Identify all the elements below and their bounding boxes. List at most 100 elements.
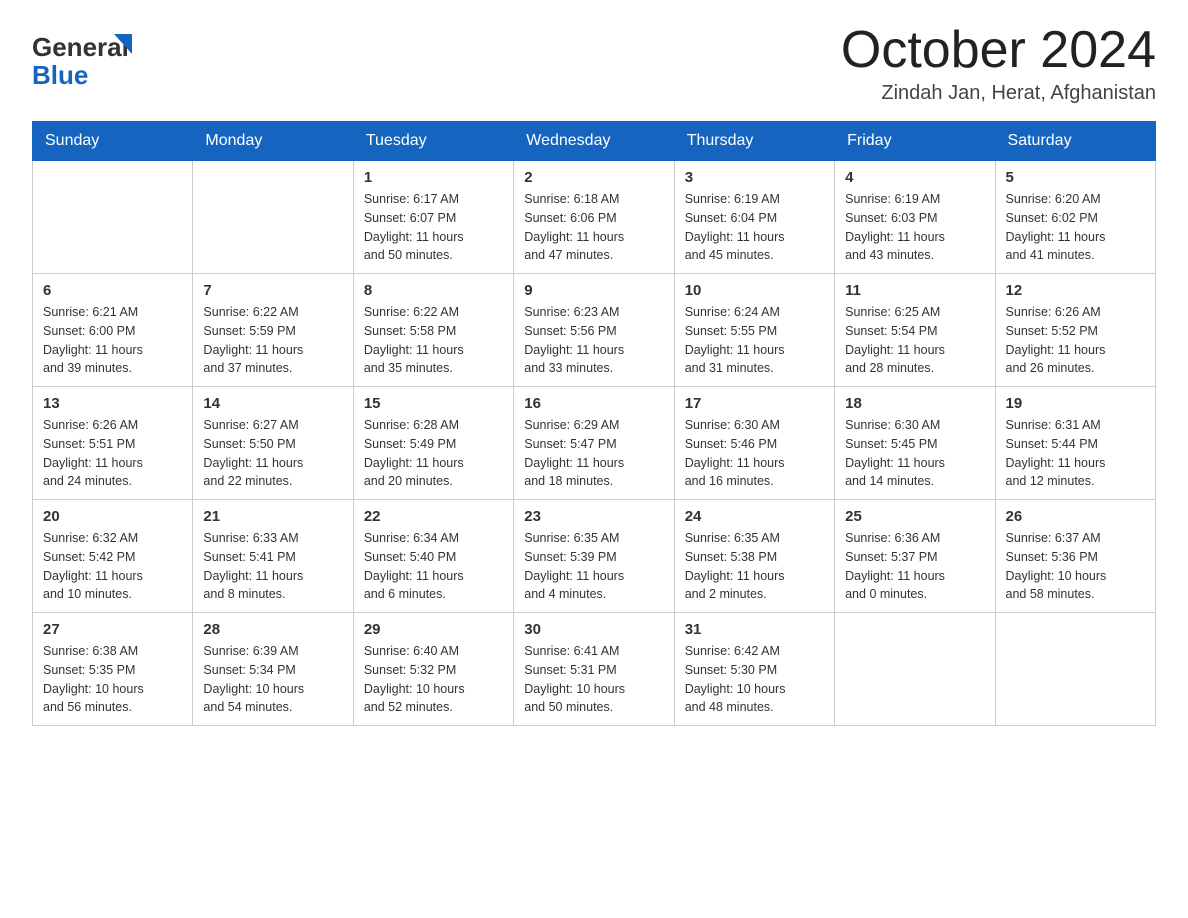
- logo: General Blue: [32, 24, 142, 99]
- calendar-cell: 29Sunrise: 6:40 AMSunset: 5:32 PMDayligh…: [353, 613, 513, 726]
- day-number: 31: [685, 621, 824, 638]
- calendar-cell: 28 Sunrise: 6:39 AMSunset: 5:34 PMDayligh…: [193, 613, 353, 726]
- day-number: 24: [685, 508, 824, 525]
- day-info: Sunrise: 6:29 AMSunset: 5:47 PMDaylight:…: [524, 416, 663, 491]
- calendar-cell: 8Sunrise: 6:22 AMSunset: 5:58 PMDaylight…: [353, 274, 513, 387]
- day-number: 7: [203, 282, 342, 299]
- day-info: Sunrise: 6:32 AMSunset: 5:42 PMDaylight:…: [43, 529, 182, 604]
- day-number: 4: [845, 169, 984, 186]
- calendar-cell: 2 Sunrise: 6:18 AMSunset: 6:06 PMDaylight…: [514, 161, 674, 274]
- day-info: Sunrise: 6:26 AMSunset: 5:51 PMDaylight:…: [43, 416, 182, 491]
- day-info: Sunrise: 6:24 AMSunset: 5:55 PMDaylight:…: [685, 303, 824, 378]
- day-number: 22: [364, 508, 503, 525]
- day-info: Sunrise: 6:39 AMSunset: 5:34 PMDaylight:…: [203, 642, 342, 717]
- column-header-thursday: Thursday: [674, 122, 834, 161]
- calendar-cell: 14Sunrise: 6:27 AMSunset: 5:50 PMDayligh…: [193, 387, 353, 500]
- day-number: 5: [1006, 169, 1145, 186]
- day-number: 12: [1006, 282, 1145, 299]
- day-number: 26: [1006, 508, 1145, 525]
- day-info: Sunrise: 6:23 AMSunset: 5:56 PMDaylight:…: [524, 303, 663, 378]
- location-subtitle: Zindah Jan, Herat, Afghanistan: [841, 82, 1156, 105]
- calendar-cell: 9 Sunrise: 6:23 AMSunset: 5:56 PMDaylight…: [514, 274, 674, 387]
- day-number: 6: [43, 282, 182, 299]
- calendar-cell: 25Sunrise: 6:36 AMSunset: 5:37 PMDayligh…: [835, 500, 995, 613]
- page-header: General Blue October 2024 Zindah Jan, He…: [32, 24, 1156, 105]
- day-info: Sunrise: 6:35 AMSunset: 5:39 PMDaylight:…: [524, 529, 663, 604]
- calendar-cell: 10Sunrise: 6:24 AMSunset: 5:55 PMDayligh…: [674, 274, 834, 387]
- calendar-body: 1Sunrise: 6:17 AMSunset: 6:07 PMDaylight…: [33, 161, 1156, 726]
- day-info: Sunrise: 6:27 AMSunset: 5:50 PMDaylight:…: [203, 416, 342, 491]
- day-number: 25: [845, 508, 984, 525]
- day-info: Sunrise: 6:34 AMSunset: 5:40 PMDaylight:…: [364, 529, 503, 604]
- day-number: 15: [364, 395, 503, 412]
- day-info: Sunrise: 6:31 AMSunset: 5:44 PMDaylight:…: [1006, 416, 1145, 491]
- day-number: 11: [845, 282, 984, 299]
- calendar-cell: 30 Sunrise: 6:41 AMSunset: 5:31 PMDayligh…: [514, 613, 674, 726]
- day-info: Sunrise: 6:26 AMSunset: 5:52 PMDaylight:…: [1006, 303, 1145, 378]
- calendar-cell: 7 Sunrise: 6:22 AMSunset: 5:59 PMDaylight…: [193, 274, 353, 387]
- day-info: Sunrise: 6:22 AMSunset: 5:59 PMDaylight:…: [203, 303, 342, 378]
- day-info: Sunrise: 6:19 AMSunset: 6:04 PMDaylight:…: [685, 190, 824, 265]
- day-info: Sunrise: 6:20 AMSunset: 6:02 PMDaylight:…: [1006, 190, 1145, 265]
- day-number: 3: [685, 169, 824, 186]
- logo-mark: General Blue: [32, 24, 142, 99]
- calendar-cell: 13 Sunrise: 6:26 AMSunset: 5:51 PMDayligh…: [33, 387, 193, 500]
- calendar-cell: 4 Sunrise: 6:19 AMSunset: 6:03 PMDaylight…: [835, 161, 995, 274]
- day-info: Sunrise: 6:18 AMSunset: 6:06 PMDaylight:…: [524, 190, 663, 265]
- calendar-cell: [33, 161, 193, 274]
- day-number: 28: [203, 621, 342, 638]
- calendar-table: SundayMondayTuesdayWednesdayThursdayFrid…: [32, 121, 1156, 726]
- day-info: Sunrise: 6:35 AMSunset: 5:38 PMDaylight:…: [685, 529, 824, 604]
- calendar-cell: 26 Sunrise: 6:37 AMSunset: 5:36 PMDayligh…: [995, 500, 1155, 613]
- calendar-cell: 1Sunrise: 6:17 AMSunset: 6:07 PMDaylight…: [353, 161, 513, 274]
- day-info: Sunrise: 6:38 AMSunset: 5:35 PMDaylight:…: [43, 642, 182, 717]
- calendar-cell: 3 Sunrise: 6:19 AMSunset: 6:04 PMDaylight…: [674, 161, 834, 274]
- week-row-2: 6 Sunrise: 6:21 AMSunset: 6:00 PMDaylight…: [33, 274, 1156, 387]
- day-number: 8: [364, 282, 503, 299]
- day-info: Sunrise: 6:37 AMSunset: 5:36 PMDaylight:…: [1006, 529, 1145, 604]
- day-number: 18: [845, 395, 984, 412]
- calendar-cell: [995, 613, 1155, 726]
- column-header-tuesday: Tuesday: [353, 122, 513, 161]
- day-info: Sunrise: 6:21 AMSunset: 6:00 PMDaylight:…: [43, 303, 182, 378]
- calendar-cell: 24 Sunrise: 6:35 AMSunset: 5:38 PMDayligh…: [674, 500, 834, 613]
- calendar-header: SundayMondayTuesdayWednesdayThursdayFrid…: [33, 122, 1156, 161]
- day-info: Sunrise: 6:25 AMSunset: 5:54 PMDaylight:…: [845, 303, 984, 378]
- column-header-sunday: Sunday: [33, 122, 193, 161]
- day-info: Sunrise: 6:28 AMSunset: 5:49 PMDaylight:…: [364, 416, 503, 491]
- calendar-cell: 12 Sunrise: 6:26 AMSunset: 5:52 PMDayligh…: [995, 274, 1155, 387]
- column-header-wednesday: Wednesday: [514, 122, 674, 161]
- svg-text:Blue: Blue: [32, 60, 88, 90]
- day-info: Sunrise: 6:33 AMSunset: 5:41 PMDaylight:…: [203, 529, 342, 604]
- day-number: 21: [203, 508, 342, 525]
- calendar-cell: 20 Sunrise: 6:32 AMSunset: 5:42 PMDayligh…: [33, 500, 193, 613]
- day-number: 20: [43, 508, 182, 525]
- calendar-cell: 11 Sunrise: 6:25 AMSunset: 5:54 PMDayligh…: [835, 274, 995, 387]
- day-info: Sunrise: 6:30 AMSunset: 5:46 PMDaylight:…: [685, 416, 824, 491]
- column-header-monday: Monday: [193, 122, 353, 161]
- day-number: 2: [524, 169, 663, 186]
- day-info: Sunrise: 6:41 AMSunset: 5:31 PMDaylight:…: [524, 642, 663, 717]
- day-number: 13: [43, 395, 182, 412]
- column-header-saturday: Saturday: [995, 122, 1155, 161]
- calendar-cell: 15 Sunrise: 6:28 AMSunset: 5:49 PMDayligh…: [353, 387, 513, 500]
- calendar-cell: 19Sunrise: 6:31 AMSunset: 5:44 PMDayligh…: [995, 387, 1155, 500]
- day-number: 9: [524, 282, 663, 299]
- title-section: October 2024 Zindah Jan, Herat, Afghanis…: [841, 24, 1156, 105]
- week-row-4: 20 Sunrise: 6:32 AMSunset: 5:42 PMDayligh…: [33, 500, 1156, 613]
- day-number: 23: [524, 508, 663, 525]
- calendar-cell: 31Sunrise: 6:42 AMSunset: 5:30 PMDayligh…: [674, 613, 834, 726]
- column-header-friday: Friday: [835, 122, 995, 161]
- svg-text:General: General: [32, 32, 129, 62]
- day-number: 30: [524, 621, 663, 638]
- calendar-cell: [835, 613, 995, 726]
- calendar-cell: 22 Sunrise: 6:34 AMSunset: 5:40 PMDayligh…: [353, 500, 513, 613]
- calendar-cell: 21 Sunrise: 6:33 AMSunset: 5:41 PMDayligh…: [193, 500, 353, 613]
- day-number: 1: [364, 169, 503, 186]
- calendar-cell: 23 Sunrise: 6:35 AMSunset: 5:39 PMDayligh…: [514, 500, 674, 613]
- day-info: Sunrise: 6:30 AMSunset: 5:45 PMDaylight:…: [845, 416, 984, 491]
- day-info: Sunrise: 6:19 AMSunset: 6:03 PMDaylight:…: [845, 190, 984, 265]
- header-row: SundayMondayTuesdayWednesdayThursdayFrid…: [33, 122, 1156, 161]
- week-row-5: 27Sunrise: 6:38 AMSunset: 5:35 PMDayligh…: [33, 613, 1156, 726]
- calendar-cell: [193, 161, 353, 274]
